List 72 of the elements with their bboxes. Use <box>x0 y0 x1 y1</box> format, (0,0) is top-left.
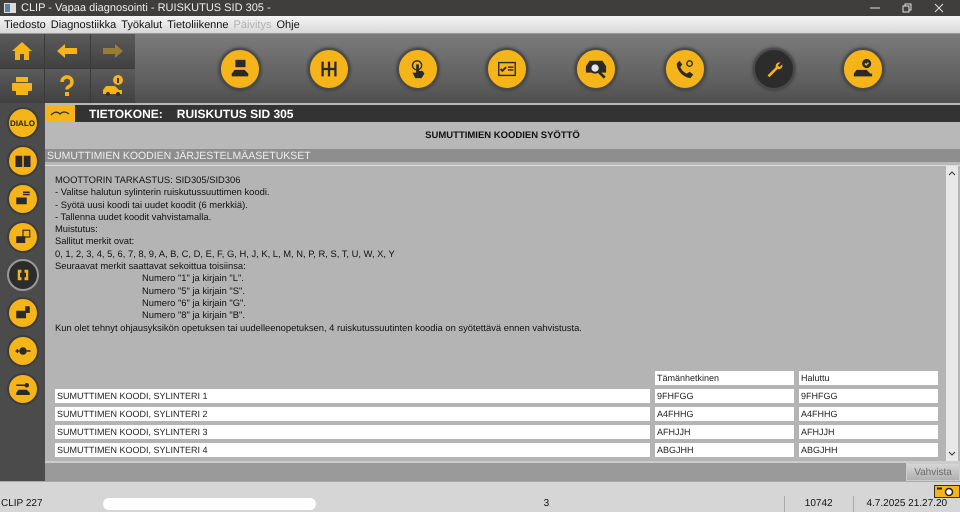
nav-button[interactable] <box>45 69 90 103</box>
date-time: 4.7.2025 21.27.20 <box>865 497 948 511</box>
instruction-line: Kun olet tehnyt ohjausyksikön opetuksen tai uudelleenopetuksen, 4 ruiskutussuutinten koodia on syötettävä ennen vahvistusta. <box>55 322 583 334</box>
sidebar-button[interactable] <box>6 145 38 177</box>
column-header: Tämänhetkinen <box>655 371 794 385</box>
app-icon <box>4 3 16 13</box>
sidebar-button[interactable] <box>6 183 38 215</box>
menu-item[interactable]: Työkalut <box>119 18 166 30</box>
instruction-line: MOOTTORIN TARKASTUS: SID305/SID306 <box>55 174 242 186</box>
row-label: SUMUTTIMEN KOODI, SYLINTERI 3 <box>55 425 650 439</box>
toolbar-button[interactable] <box>664 48 706 90</box>
instruction-line: Numero "5" ja kirjain "S". <box>141 284 246 297</box>
nav-button[interactable] <box>90 69 135 103</box>
current-code-cell: 9FHFGG <box>655 389 794 403</box>
page-number: 3 <box>544 497 550 511</box>
row-label: SUMUTTIMEN KOODI, SYLINTERI 4 <box>55 443 650 457</box>
instruction-line: Sallitut merkit ovat: <box>55 235 136 248</box>
nav-button[interactable] <box>45 34 90 68</box>
current-code-cell: A4FHHG <box>655 407 794 421</box>
nav-button[interactable] <box>0 69 44 103</box>
scroll-up-icon[interactable] <box>948 170 956 176</box>
scroll-down-icon[interactable] <box>948 451 956 457</box>
instruction-line: - Syötä uusi koodi tai uudet koodit (6 merkkiä). <box>55 198 249 211</box>
toolbar-button[interactable] <box>575 48 618 90</box>
restore-icon[interactable] <box>902 3 912 13</box>
desired-code-field[interactable]: 9FHFGG <box>799 389 938 403</box>
column-header: Haluttu <box>799 371 938 385</box>
menu-item[interactable]: Tietoliikenne <box>165 18 232 30</box>
home-icon <box>10 39 34 63</box>
current-code-cell: ABGJHH <box>655 443 794 457</box>
close-icon[interactable] <box>934 3 944 13</box>
page-title: SUMUTTIMIEN KOODIEN SYÖTTÖ <box>425 130 580 141</box>
toolbar-button[interactable] <box>308 48 350 90</box>
sidebar-button[interactable] <box>6 221 38 253</box>
sidebar-button[interactable] <box>6 373 38 405</box>
toolbar-button[interactable] <box>842 48 884 90</box>
toolbar-button[interactable] <box>486 48 528 90</box>
toolbar-button[interactable] <box>396 48 439 90</box>
instruction-line: 0, 1, 2, 3, 4, 5, 6, 7, 8, 9, A, B, C, D, E, F, G, H, J, K, L, M, N, P, R, S, T, U, W, X, Y <box>55 248 396 260</box>
window-title: CLIP - Vapaa diagnosointi - RUISKUTUS SID 305 - <box>21 2 271 14</box>
menu-item[interactable]: Ohje <box>274 18 303 30</box>
version-label: CLIP 227 <box>0 497 44 511</box>
sidebar-button[interactable] <box>6 297 38 329</box>
row-label: SUMUTTIMEN KOODI, SYLINTERI 2 <box>55 407 650 421</box>
sidebar-button[interactable]: DIALO <box>6 107 38 139</box>
instruction-line: Numero "8" ja kirjain "B". <box>141 309 246 322</box>
menu-item[interactable]: Tiedosto <box>2 18 49 30</box>
instruction-line: - Valitse halutun sylinterin ruiskutussuuttimen koodi. <box>55 186 271 199</box>
header-label: TIETOKONE: <box>89 106 163 120</box>
scrollbar[interactable] <box>946 166 958 461</box>
car-info-icon <box>100 74 125 98</box>
printer-icon <box>10 74 34 98</box>
code-label: 10742 <box>784 496 854 512</box>
sidebar-button[interactable] <box>6 259 38 291</box>
current-code-cell: AFHJJH <box>655 425 794 439</box>
camera-icon[interactable] <box>934 485 960 498</box>
desired-code-field[interactable]: AFHJJH <box>799 425 938 439</box>
nav-button[interactable] <box>0 34 44 68</box>
desired-code-field[interactable]: ABGJHH <box>799 443 938 457</box>
header-title: RUISKUTUS SID 305 <box>176 106 294 120</box>
instruction-line: Numero "6" ja kirjain "G". <box>141 296 247 310</box>
section-title: SUMUTTIMIEN KOODIEN JÄRJESTELMÄASETUKSET <box>47 150 311 162</box>
instruction-line: Numero "1" ja kirjain "L". <box>141 272 245 285</box>
toolbar-button[interactable] <box>218 48 261 90</box>
instruction-line: - Tallenna uudet koodit vahvistamalla. <box>55 210 212 224</box>
instruction-line: Seuraavat merkit saattavat sekoittua toisiinsa: <box>55 260 247 272</box>
instruction-line: Muistutus: <box>55 223 99 236</box>
sidebar-button[interactable] <box>6 335 38 367</box>
desired-code-field[interactable]: A4FHHG <box>799 407 938 421</box>
toolbar-button[interactable] <box>753 48 796 90</box>
row-label: SUMUTTIMEN KOODI, SYLINTERI 1 <box>55 389 650 403</box>
menu-item[interactable]: Diagnostiikka <box>48 18 120 30</box>
